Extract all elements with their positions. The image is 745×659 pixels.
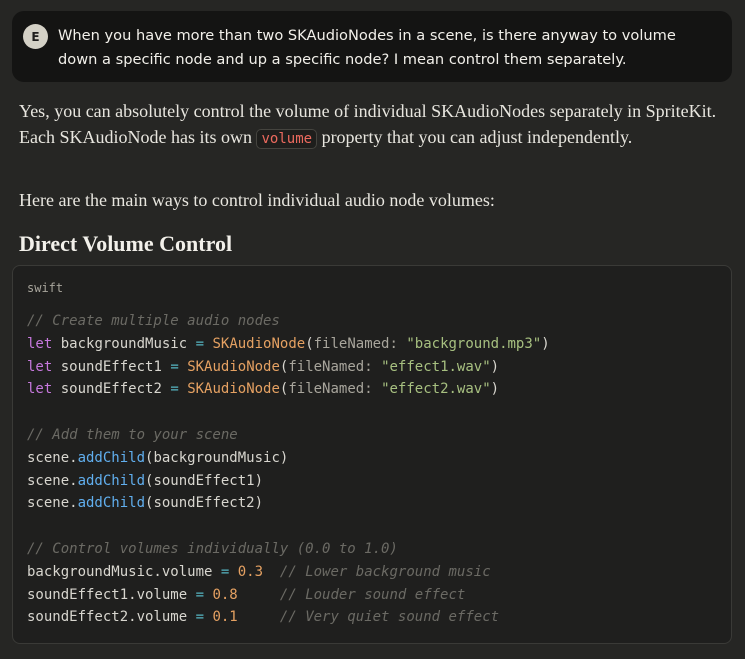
- code-token: let: [27, 335, 53, 352]
- code-token: soundEffect2: [52, 381, 171, 398]
- code-token: "background.mp3": [406, 335, 542, 352]
- code-line: let soundEffect2 = SKAudioNode(fileNamed…: [27, 378, 550, 401]
- code-token: =: [195, 586, 205, 603]
- code-token: 0.1: [212, 609, 238, 626]
- code-token: =: [195, 335, 205, 352]
- code-token: ): [490, 358, 500, 375]
- code-token: fileNamed:: [288, 381, 373, 398]
- code-token: ): [541, 335, 550, 352]
- code-line: soundEffect2.volume = 0.1 // Very quiet …: [27, 606, 550, 629]
- code-token: // Create multiple audio nodes: [27, 313, 280, 329]
- code-token: "effect1.wav": [381, 358, 491, 375]
- code-line: soundEffect1.volume = 0.8 // Louder soun…: [27, 584, 550, 607]
- code-body[interactable]: // Create multiple audio nodes let backgr…: [27, 310, 550, 629]
- code-token: SKAudioNode: [187, 381, 280, 398]
- code-token: ): [490, 381, 500, 398]
- answer-text-end: property that you can adjust independent…: [317, 127, 633, 147]
- code-token: backgroundMusic.volume: [27, 563, 221, 580]
- code-token: // Lower background music: [279, 563, 491, 580]
- code-line: let backgroundMusic = SKAudioNode(fileNa…: [27, 333, 550, 356]
- code-token: // Louder sound effect: [279, 586, 466, 603]
- code-token: =: [170, 358, 179, 375]
- code-token: SKAudioNode: [187, 358, 280, 375]
- code-token: let: [27, 358, 53, 375]
- code-token: fileNamed:: [288, 358, 373, 375]
- code-token: soundEffect2.volume: [27, 609, 196, 626]
- assistant-paragraph-1: Yes, you can absolutely control the volu…: [19, 98, 719, 152]
- code-token: "effect2.wav": [381, 381, 491, 398]
- code-token: // Very quiet sound effect: [279, 609, 500, 626]
- code-token: // Control volumes individually (0.0 to …: [27, 540, 398, 557]
- section-heading: Direct Volume Control: [19, 231, 233, 256]
- code-token: addChild: [77, 472, 146, 489]
- code-token: (soundEffect2): [145, 495, 264, 512]
- user-message-text: When you have more than two SKAudioNodes…: [58, 27, 676, 68]
- code-token: scene.: [27, 495, 78, 512]
- code-token: (soundEffect1): [145, 472, 264, 489]
- code-token: (backgroundMusic): [145, 449, 289, 466]
- code-line: // Add them to your scene: [27, 424, 550, 447]
- code-line: scene.addChild(backgroundMusic): [27, 447, 550, 470]
- code-token: // Add them to your scene: [27, 426, 238, 443]
- inline-code-volume: volume: [256, 129, 318, 149]
- code-line: backgroundMusic.volume = 0.3 // Lower ba…: [27, 561, 550, 584]
- assistant-paragraph-2: Here are the main ways to control indivi…: [19, 190, 495, 210]
- code-line: // Create multiple audio nodes: [27, 310, 550, 333]
- code-token: fileNamed:: [313, 335, 398, 352]
- code-token: addChild: [77, 495, 146, 512]
- code-token: 0.3: [237, 563, 264, 580]
- code-token: =: [170, 381, 179, 398]
- code-line: scene.addChild(soundEffect1): [27, 470, 550, 493]
- code-token: SKAudioNode: [212, 335, 306, 352]
- user-avatar[interactable]: E: [23, 24, 48, 49]
- code-token: =: [195, 609, 205, 626]
- code-line: // Control volumes individually (0.0 to …: [27, 538, 550, 561]
- code-token: addChild: [77, 449, 146, 466]
- code-token: soundEffect1: [52, 358, 171, 375]
- code-line: scene.addChild(soundEffect2): [27, 492, 550, 515]
- code-language-label: swift: [27, 281, 64, 295]
- code-line: let soundEffect1 = SKAudioNode(fileNamed…: [27, 356, 550, 379]
- code-token: scene.: [27, 449, 78, 466]
- code-token: 0.8: [212, 586, 238, 603]
- code-token: scene.: [27, 472, 78, 489]
- code-token: soundEffect1.volume: [27, 586, 196, 603]
- code-token: (: [305, 335, 314, 352]
- code-token: backgroundMusic: [52, 335, 196, 352]
- code-token: let: [27, 381, 53, 398]
- user-message: E When you have more than two SKAudioNod…: [12, 11, 732, 82]
- code-block: swift // Create multiple audio nodes let …: [12, 265, 732, 644]
